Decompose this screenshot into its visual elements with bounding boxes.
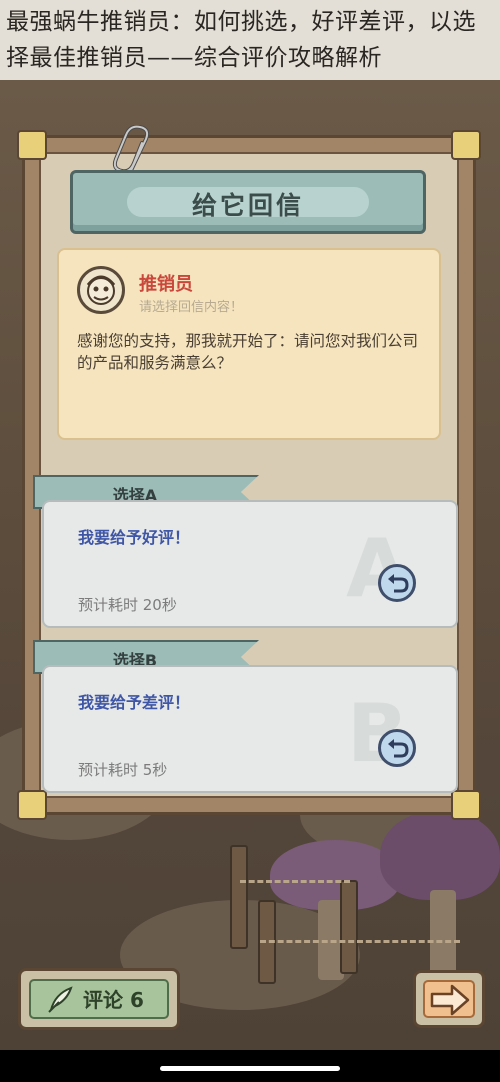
option-b-reply-button[interactable] — [378, 729, 416, 767]
option-b-time: 预计耗时 5秒 — [78, 761, 168, 779]
article-header: 最强蜗牛推销员：如何挑选，好评差评，以选择最佳推销员——综合评价攻略解析 — [0, 0, 500, 80]
panel-corner — [451, 790, 481, 820]
speaker-name: 推销员 — [139, 274, 193, 295]
message-card: 推销员 请选择回信内容！ 感谢您的支持，那我就开始了：请问您对我们公司的产品和服… — [57, 248, 441, 440]
comment-label: 评论 6 — [83, 988, 144, 1012]
undo-arrow-icon — [388, 739, 409, 758]
right-arrow-icon — [430, 984, 470, 1016]
fence-rope — [240, 880, 350, 883]
mushroom-cap — [380, 810, 500, 900]
salesman-avatar — [77, 266, 125, 314]
mushroom-stem — [430, 890, 456, 980]
next-button[interactable] — [413, 970, 485, 1028]
reply-prompt: 请选择回信内容！ — [139, 300, 244, 315]
undo-arrow-icon — [388, 574, 409, 593]
message-text: 感谢您的支持，那我就开始了：请问您对我们公司的产品和服务满意么？ — [77, 332, 419, 372]
panel-corner — [17, 790, 47, 820]
quill-icon — [48, 986, 73, 1013]
option-a-reply-button[interactable] — [378, 564, 416, 602]
option-a-text: 我要给予好评！ — [78, 528, 191, 547]
home-indicator[interactable] — [160, 1066, 340, 1071]
fence-rope — [260, 940, 460, 943]
dialog-title: 给它回信 — [191, 191, 304, 220]
option-a-card[interactable]: A 我要给予好评！ 预计耗时 20秒 — [42, 500, 458, 628]
dialog-title-banner: 给它回信 — [70, 170, 426, 234]
option-b-text: 我要给予差评！ — [78, 693, 191, 712]
panel-corner — [451, 130, 481, 160]
fence-post — [340, 880, 358, 974]
article-title: 最强蜗牛推销员：如何挑选，好评差评，以选择最佳推销员——综合评价攻略解析 — [6, 9, 476, 71]
fence-post — [230, 845, 248, 949]
panel-corner — [17, 130, 47, 160]
option-b-card[interactable]: B 我要给予差评！ 预计耗时 5秒 — [42, 665, 458, 793]
salesman-face-icon — [86, 275, 116, 305]
comment-button[interactable]: 评论 6 — [18, 968, 180, 1030]
option-a-time: 预计耗时 20秒 — [78, 596, 177, 614]
